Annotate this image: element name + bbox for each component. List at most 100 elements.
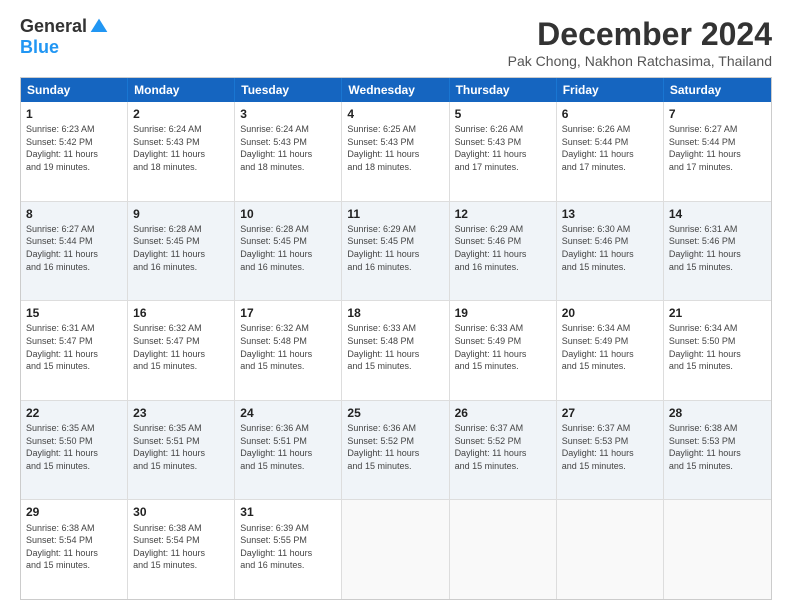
calendar-cell: [664, 500, 771, 599]
cell-daylight-info: Sunrise: 6:36 AM Sunset: 5:51 PM Dayligh…: [240, 422, 336, 472]
logo-blue-text: Blue: [20, 37, 59, 58]
calendar-cell: 25Sunrise: 6:36 AM Sunset: 5:52 PM Dayli…: [342, 401, 449, 500]
cell-daylight-info: Sunrise: 6:31 AM Sunset: 5:47 PM Dayligh…: [26, 322, 122, 372]
calendar-cell: 28Sunrise: 6:38 AM Sunset: 5:53 PM Dayli…: [664, 401, 771, 500]
calendar-cell: [450, 500, 557, 599]
day-number: 26: [455, 405, 551, 421]
calendar-cell: 3Sunrise: 6:24 AM Sunset: 5:43 PM Daylig…: [235, 102, 342, 201]
calendar-body: 1Sunrise: 6:23 AM Sunset: 5:42 PM Daylig…: [21, 102, 771, 599]
cell-daylight-info: Sunrise: 6:33 AM Sunset: 5:49 PM Dayligh…: [455, 322, 551, 372]
cell-daylight-info: Sunrise: 6:37 AM Sunset: 5:52 PM Dayligh…: [455, 422, 551, 472]
day-number: 10: [240, 206, 336, 222]
logo-general: General: [20, 16, 87, 37]
cal-header-cell: Sunday: [21, 78, 128, 102]
cell-daylight-info: Sunrise: 6:30 AM Sunset: 5:46 PM Dayligh…: [562, 223, 658, 273]
day-number: 22: [26, 405, 122, 421]
calendar-cell: 18Sunrise: 6:33 AM Sunset: 5:48 PM Dayli…: [342, 301, 449, 400]
cell-daylight-info: Sunrise: 6:29 AM Sunset: 5:45 PM Dayligh…: [347, 223, 443, 273]
logo-icon: [89, 17, 109, 37]
calendar: SundayMondayTuesdayWednesdayThursdayFrid…: [20, 77, 772, 600]
cell-daylight-info: Sunrise: 6:28 AM Sunset: 5:45 PM Dayligh…: [240, 223, 336, 273]
cell-daylight-info: Sunrise: 6:27 AM Sunset: 5:44 PM Dayligh…: [26, 223, 122, 273]
day-number: 9: [133, 206, 229, 222]
day-number: 7: [669, 106, 766, 122]
month-title: December 2024: [508, 16, 772, 53]
calendar-cell: [557, 500, 664, 599]
calendar-cell: 21Sunrise: 6:34 AM Sunset: 5:50 PM Dayli…: [664, 301, 771, 400]
calendar-cell: 16Sunrise: 6:32 AM Sunset: 5:47 PM Dayli…: [128, 301, 235, 400]
calendar-row: 22Sunrise: 6:35 AM Sunset: 5:50 PM Dayli…: [21, 401, 771, 501]
cell-daylight-info: Sunrise: 6:26 AM Sunset: 5:44 PM Dayligh…: [562, 123, 658, 173]
calendar-cell: 20Sunrise: 6:34 AM Sunset: 5:49 PM Dayli…: [557, 301, 664, 400]
cell-daylight-info: Sunrise: 6:23 AM Sunset: 5:42 PM Dayligh…: [26, 123, 122, 173]
cell-daylight-info: Sunrise: 6:39 AM Sunset: 5:55 PM Dayligh…: [240, 522, 336, 572]
day-number: 28: [669, 405, 766, 421]
day-number: 17: [240, 305, 336, 321]
calendar-cell: 11Sunrise: 6:29 AM Sunset: 5:45 PM Dayli…: [342, 202, 449, 301]
calendar-cell: 31Sunrise: 6:39 AM Sunset: 5:55 PM Dayli…: [235, 500, 342, 599]
cell-daylight-info: Sunrise: 6:38 AM Sunset: 5:54 PM Dayligh…: [133, 522, 229, 572]
calendar-cell: 26Sunrise: 6:37 AM Sunset: 5:52 PM Dayli…: [450, 401, 557, 500]
day-number: 4: [347, 106, 443, 122]
day-number: 27: [562, 405, 658, 421]
day-number: 16: [133, 305, 229, 321]
calendar-header: SundayMondayTuesdayWednesdayThursdayFrid…: [21, 78, 771, 102]
day-number: 1: [26, 106, 122, 122]
cal-header-cell: Saturday: [664, 78, 771, 102]
day-number: 5: [455, 106, 551, 122]
day-number: 15: [26, 305, 122, 321]
calendar-cell: 10Sunrise: 6:28 AM Sunset: 5:45 PM Dayli…: [235, 202, 342, 301]
day-number: 18: [347, 305, 443, 321]
day-number: 11: [347, 206, 443, 222]
cal-header-cell: Monday: [128, 78, 235, 102]
calendar-row: 15Sunrise: 6:31 AM Sunset: 5:47 PM Dayli…: [21, 301, 771, 401]
calendar-cell: 23Sunrise: 6:35 AM Sunset: 5:51 PM Dayli…: [128, 401, 235, 500]
cell-daylight-info: Sunrise: 6:33 AM Sunset: 5:48 PM Dayligh…: [347, 322, 443, 372]
calendar-cell: 22Sunrise: 6:35 AM Sunset: 5:50 PM Dayli…: [21, 401, 128, 500]
calendar-cell: 15Sunrise: 6:31 AM Sunset: 5:47 PM Dayli…: [21, 301, 128, 400]
calendar-row: 29 Sunrise: 6:38 AM Sunset: 5:54 PM Dayli…: [21, 500, 771, 599]
cell-daylight-info: Sunrise: 6:28 AM Sunset: 5:45 PM Dayligh…: [133, 223, 229, 273]
logo: General Blue: [20, 16, 109, 58]
cell-daylight-info: Sunrise: 6:38 AM Sunset: 5:54 PM Dayligh…: [26, 522, 122, 572]
day-number: 23: [133, 405, 229, 421]
cell-daylight-info: Sunrise: 6:35 AM Sunset: 5:51 PM Dayligh…: [133, 422, 229, 472]
calendar-cell: 17Sunrise: 6:32 AM Sunset: 5:48 PM Dayli…: [235, 301, 342, 400]
page: General Blue December 2024 Pak Chong, Na…: [0, 0, 792, 612]
cell-daylight-info: Sunrise: 6:34 AM Sunset: 5:50 PM Dayligh…: [669, 322, 766, 372]
calendar-cell: 30 Sunrise: 6:38 AM Sunset: 5:54 PM Dayli…: [128, 500, 235, 599]
cell-daylight-info: Sunrise: 6:32 AM Sunset: 5:47 PM Dayligh…: [133, 322, 229, 372]
cell-daylight-info: Sunrise: 6:32 AM Sunset: 5:48 PM Dayligh…: [240, 322, 336, 372]
calendar-cell: 14Sunrise: 6:31 AM Sunset: 5:46 PM Dayli…: [664, 202, 771, 301]
calendar-cell: 29 Sunrise: 6:38 AM Sunset: 5:54 PM Dayli…: [21, 500, 128, 599]
cell-daylight-info: Sunrise: 6:25 AM Sunset: 5:43 PM Dayligh…: [347, 123, 443, 173]
cal-header-cell: Tuesday: [235, 78, 342, 102]
day-number: 13: [562, 206, 658, 222]
day-number: 2: [133, 106, 229, 122]
title-section: December 2024 Pak Chong, Nakhon Ratchasi…: [508, 16, 772, 69]
calendar-row: 1Sunrise: 6:23 AM Sunset: 5:42 PM Daylig…: [21, 102, 771, 202]
calendar-cell: 24Sunrise: 6:36 AM Sunset: 5:51 PM Dayli…: [235, 401, 342, 500]
day-number: 3: [240, 106, 336, 122]
calendar-cell: 12Sunrise: 6:29 AM Sunset: 5:46 PM Dayli…: [450, 202, 557, 301]
calendar-cell: 1Sunrise: 6:23 AM Sunset: 5:42 PM Daylig…: [21, 102, 128, 201]
cell-daylight-info: Sunrise: 6:27 AM Sunset: 5:44 PM Dayligh…: [669, 123, 766, 173]
calendar-cell: 19Sunrise: 6:33 AM Sunset: 5:49 PM Dayli…: [450, 301, 557, 400]
day-number: 6: [562, 106, 658, 122]
calendar-cell: 6Sunrise: 6:26 AM Sunset: 5:44 PM Daylig…: [557, 102, 664, 201]
calendar-cell: [342, 500, 449, 599]
day-number: 29: [26, 504, 122, 520]
calendar-row: 8Sunrise: 6:27 AM Sunset: 5:44 PM Daylig…: [21, 202, 771, 302]
cell-daylight-info: Sunrise: 6:24 AM Sunset: 5:43 PM Dayligh…: [133, 123, 229, 173]
day-number: 21: [669, 305, 766, 321]
calendar-cell: 13Sunrise: 6:30 AM Sunset: 5:46 PM Dayli…: [557, 202, 664, 301]
day-number: 12: [455, 206, 551, 222]
cell-daylight-info: Sunrise: 6:35 AM Sunset: 5:50 PM Dayligh…: [26, 422, 122, 472]
calendar-cell: 27Sunrise: 6:37 AM Sunset: 5:53 PM Dayli…: [557, 401, 664, 500]
calendar-cell: 5Sunrise: 6:26 AM Sunset: 5:43 PM Daylig…: [450, 102, 557, 201]
location: Pak Chong, Nakhon Ratchasima, Thailand: [508, 53, 772, 69]
day-number: 20: [562, 305, 658, 321]
calendar-cell: 9Sunrise: 6:28 AM Sunset: 5:45 PM Daylig…: [128, 202, 235, 301]
day-number: 30: [133, 504, 229, 520]
cell-daylight-info: Sunrise: 6:31 AM Sunset: 5:46 PM Dayligh…: [669, 223, 766, 273]
